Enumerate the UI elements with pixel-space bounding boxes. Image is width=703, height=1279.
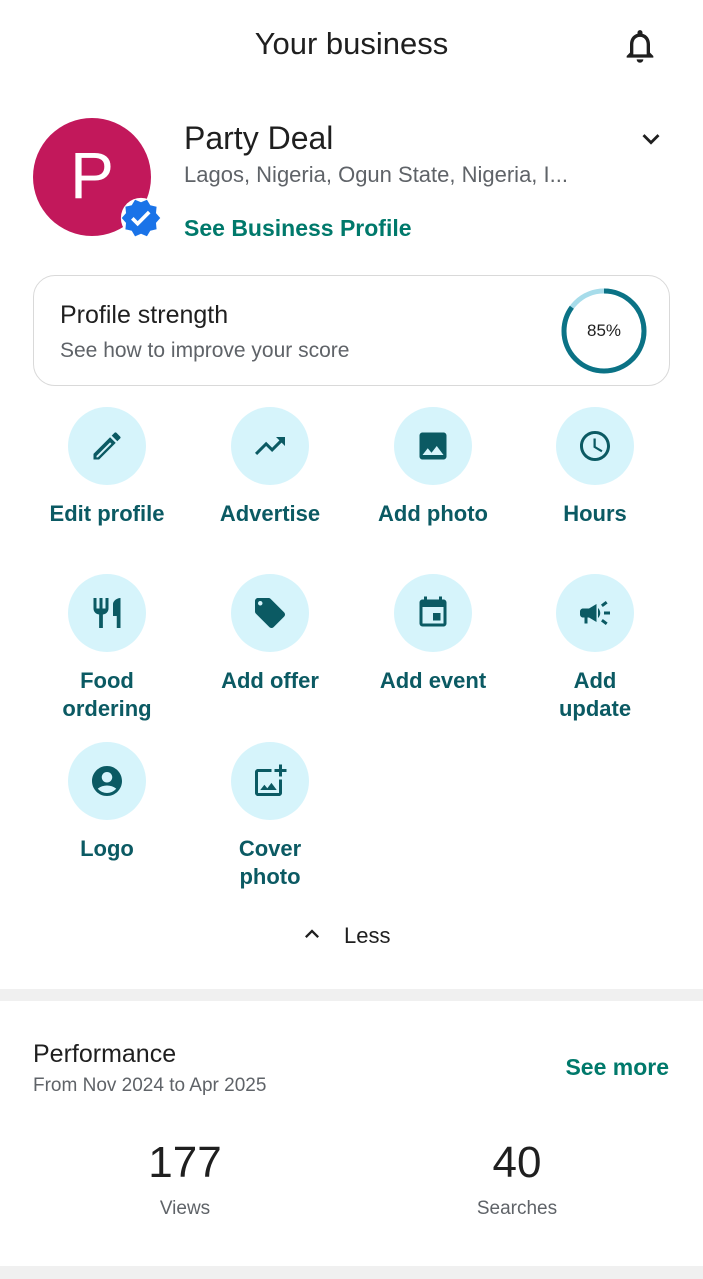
action-label: Hours xyxy=(563,501,627,526)
top-bar: Your business xyxy=(0,0,703,92)
edit-profile-action[interactable]: Edit profile xyxy=(27,407,187,528)
section-divider xyxy=(0,1266,703,1279)
add-offer-action[interactable]: Add offer xyxy=(190,574,350,695)
account-circle-icon xyxy=(68,742,146,820)
advertise-action[interactable]: Advertise xyxy=(190,407,350,528)
calendar-event-icon xyxy=(394,574,472,652)
cover-photo-action[interactable]: Cover photo xyxy=(190,742,350,891)
clock-icon xyxy=(556,407,634,485)
megaphone-icon xyxy=(556,574,634,652)
views-label: Views xyxy=(159,1198,211,1219)
section-divider xyxy=(0,989,703,1001)
action-label: Logo xyxy=(80,836,134,861)
searches-value: 40 xyxy=(492,1138,542,1187)
pencil-icon xyxy=(68,407,146,485)
logo-action[interactable]: Logo xyxy=(27,742,187,863)
show-less-label: Less xyxy=(344,923,391,948)
fork-knife-icon xyxy=(68,574,146,652)
action-label: Add offer xyxy=(221,668,319,693)
performance-title: Performance xyxy=(33,1040,177,1068)
action-label: Food ordering xyxy=(62,668,152,721)
performance-date-range: From Nov 2024 to Apr 2025 xyxy=(33,1075,267,1096)
see-more-link[interactable]: See more xyxy=(565,1054,669,1081)
show-less-toggle[interactable]: Less xyxy=(298,918,390,954)
add-photo-action[interactable]: Add photo xyxy=(353,407,513,528)
avatar-letter: P xyxy=(69,138,115,212)
views-value: 177 xyxy=(148,1138,222,1187)
action-label: Add update xyxy=(558,668,632,721)
page-title: Your business xyxy=(254,26,449,61)
trending-up-icon xyxy=(231,407,309,485)
chevron-up-icon xyxy=(298,920,326,953)
business-location: Lagos, Nigeria, Ogun State, Nigeria, I..… xyxy=(184,162,568,187)
action-label: Add event xyxy=(379,668,487,693)
add-event-action[interactable]: Add event xyxy=(353,574,513,695)
image-icon xyxy=(394,407,472,485)
action-label: Advertise xyxy=(219,501,321,526)
food-ordering-action[interactable]: Food ordering xyxy=(27,574,187,723)
searches-label: Searches xyxy=(476,1198,558,1219)
tag-icon xyxy=(231,574,309,652)
hours-action[interactable]: Hours xyxy=(515,407,675,528)
profile-strength-value: 85% xyxy=(586,321,622,340)
verified-badge-icon xyxy=(120,197,162,239)
add-photo-icon xyxy=(231,742,309,820)
action-label: Cover photo xyxy=(238,836,302,889)
profile-strength-ring: 85% xyxy=(559,286,649,376)
add-update-action[interactable]: Add update xyxy=(515,574,675,723)
business-name: Party Deal xyxy=(184,120,334,156)
profile-strength-subtitle: See how to improve your score xyxy=(60,339,350,362)
your-business-screen: Your business P Party Deal Lagos, Nigeri… xyxy=(0,0,703,1279)
profile-strength-card[interactable]: Profile strength See how to improve your… xyxy=(33,275,670,386)
action-label: Edit profile xyxy=(49,501,165,526)
searches-stat[interactable]: 40 Searches xyxy=(417,1138,617,1220)
see-business-profile-link[interactable]: See Business Profile xyxy=(184,215,412,242)
profile-strength-title: Profile strength xyxy=(60,301,229,329)
bell-icon[interactable] xyxy=(620,26,660,66)
action-label: Add photo xyxy=(378,501,488,526)
views-stat[interactable]: 177 Views xyxy=(85,1138,285,1220)
chevron-down-icon[interactable] xyxy=(634,122,668,156)
